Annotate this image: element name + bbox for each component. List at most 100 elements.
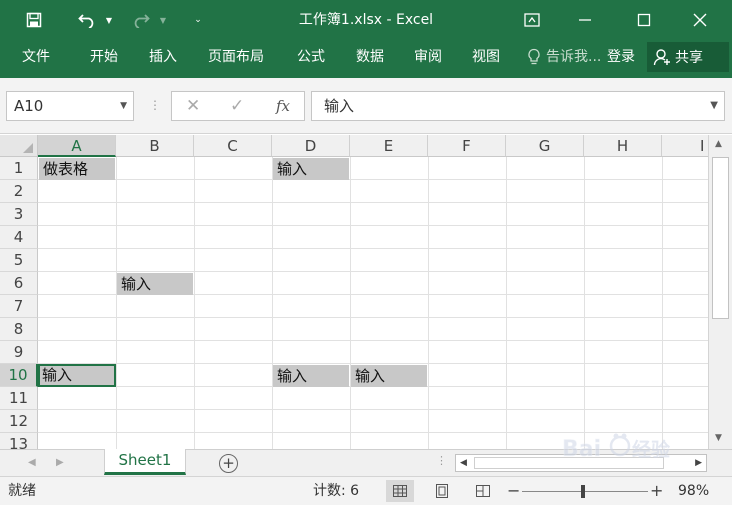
confirm-entry-icon[interactable]: ✓ <box>230 92 244 120</box>
gridline <box>38 363 708 364</box>
page-break-view-icon[interactable] <box>469 480 497 502</box>
scroll-up-icon[interactable]: ▲ <box>715 139 722 149</box>
cell-a1[interactable]: 做表格 <box>39 158 115 180</box>
cell-d1[interactable]: 输入 <box>273 158 349 180</box>
gridline <box>38 409 708 410</box>
title-bar: 工作簿1.xlsx - Excel ▼ ▼ ⌄ <box>0 0 732 40</box>
undo-dropdown-icon[interactable]: ▼ <box>102 0 116 40</box>
maximize-icon[interactable] <box>630 0 658 40</box>
add-sheet-icon[interactable]: + <box>219 454 238 473</box>
tab-formulas[interactable]: 公式 <box>297 40 325 74</box>
zoom-slider-thumb[interactable] <box>581 485 585 498</box>
gridline <box>38 317 708 318</box>
customize-toolbar-icon[interactable]: ⌄ <box>190 0 206 40</box>
gridline <box>116 157 117 449</box>
vertical-scrollbar[interactable]: ▲ ▼ <box>708 135 732 449</box>
column-header-e[interactable]: E <box>350 135 428 157</box>
gridline <box>38 225 708 226</box>
scroll-left-icon[interactable]: ◀ <box>460 455 467 471</box>
tab-view[interactable]: 视图 <box>472 40 500 74</box>
name-box-value: A10 <box>14 97 44 115</box>
row-header-2[interactable]: 2 <box>0 180 38 203</box>
svg-text:经验: 经验 <box>632 438 671 461</box>
login-button[interactable]: 登录 <box>607 40 635 74</box>
tab-data[interactable]: 数据 <box>356 40 384 74</box>
name-box-dropdown-icon[interactable]: ▼ <box>120 92 127 120</box>
gridline <box>38 179 708 180</box>
cell-d10[interactable]: 输入 <box>273 365 349 387</box>
tab-file[interactable]: 文件 <box>22 40 50 74</box>
select-all-corner[interactable] <box>0 135 38 157</box>
row-header-11[interactable]: 11 <box>0 387 38 410</box>
sheet-tab-sheet1[interactable]: Sheet1 <box>104 449 186 475</box>
redo-dropdown-icon[interactable]: ▼ <box>156 0 170 40</box>
normal-view-icon[interactable] <box>386 480 414 502</box>
status-ready: 就绪 <box>8 483 36 499</box>
sheet-next-icon[interactable]: ▶ <box>56 450 64 476</box>
vertical-scroll-thumb[interactable] <box>712 157 729 319</box>
tell-me-search[interactable]: 告诉我... <box>546 40 601 74</box>
cell-b6[interactable]: 输入 <box>117 273 193 295</box>
share-button[interactable]: 共享 <box>647 42 729 72</box>
row-header-7[interactable]: 7 <box>0 295 38 318</box>
tab-review[interactable]: 审阅 <box>414 40 442 74</box>
name-box[interactable]: A10 ▼ <box>6 91 134 121</box>
share-label: 共享 <box>675 50 703 66</box>
zoom-slider-track[interactable] <box>522 491 648 492</box>
gridline <box>38 271 708 272</box>
row-header-9[interactable]: 9 <box>0 341 38 364</box>
row-header-12[interactable]: 12 <box>0 410 38 433</box>
save-icon[interactable] <box>20 0 48 40</box>
formula-bar-grip-icon[interactable]: ⋮ <box>149 98 161 112</box>
scroll-right-icon[interactable]: ▶ <box>695 455 702 471</box>
page-layout-view-icon[interactable] <box>428 480 456 502</box>
formula-expand-icon[interactable]: ▼ <box>710 92 718 120</box>
ribbon-display-icon[interactable] <box>518 0 546 40</box>
worksheet-grid[interactable]: A B C D E F G H I 1 2 3 4 5 6 7 8 9 10 1… <box>0 135 732 449</box>
scroll-down-icon[interactable]: ▼ <box>715 433 722 443</box>
row-header-4[interactable]: 4 <box>0 226 38 249</box>
column-header-c[interactable]: C <box>194 135 272 157</box>
gridline <box>428 157 429 449</box>
tab-home[interactable]: 开始 <box>90 40 118 74</box>
tell-me-lightbulb-icon[interactable] <box>527 40 541 74</box>
row-header-3[interactable]: 3 <box>0 203 38 226</box>
row-header-13[interactable]: 13 <box>0 433 38 449</box>
row-header-5[interactable]: 5 <box>0 249 38 272</box>
watermark-logo: Bai 经验 <box>560 424 690 468</box>
svg-text:Bai: Bai <box>562 437 601 462</box>
gridline <box>350 157 351 449</box>
formula-value: 输入 <box>324 97 355 115</box>
cell-a10-active[interactable]: 输入 <box>38 364 116 387</box>
tab-insert[interactable]: 插入 <box>149 40 177 74</box>
insert-function-button[interactable]: fx <box>276 92 290 120</box>
cancel-entry-icon[interactable]: ✕ <box>186 92 200 120</box>
gridline <box>194 157 195 449</box>
tab-split-grip-icon[interactable]: ⋮ <box>436 454 447 467</box>
status-count: 计数: 6 <box>313 483 360 499</box>
tab-page-layout[interactable]: 页面布局 <box>208 40 264 74</box>
column-header-d[interactable]: D <box>272 135 350 157</box>
gridline <box>272 157 273 449</box>
undo-icon[interactable] <box>74 0 100 40</box>
formula-input[interactable]: 输入 ▼ <box>311 91 725 121</box>
gridline <box>584 157 585 449</box>
row-header-10[interactable]: 10 <box>0 364 38 387</box>
gridline <box>662 157 663 449</box>
column-header-h[interactable]: H <box>584 135 662 157</box>
zoom-out-icon[interactable]: − <box>507 477 520 505</box>
redo-icon[interactable] <box>128 0 154 40</box>
row-header-6[interactable]: 6 <box>0 272 38 295</box>
column-header-f[interactable]: F <box>428 135 506 157</box>
zoom-level[interactable]: 98% <box>678 477 709 505</box>
column-header-a[interactable]: A <box>38 135 116 157</box>
minimize-icon[interactable] <box>571 0 599 40</box>
column-header-b[interactable]: B <box>116 135 194 157</box>
sheet-prev-icon[interactable]: ◀ <box>28 450 36 476</box>
cell-e10[interactable]: 输入 <box>351 365 427 387</box>
row-header-1[interactable]: 1 <box>0 157 38 180</box>
row-header-8[interactable]: 8 <box>0 318 38 341</box>
zoom-in-icon[interactable]: + <box>650 477 663 505</box>
column-header-g[interactable]: G <box>506 135 584 157</box>
close-icon[interactable] <box>686 0 714 40</box>
